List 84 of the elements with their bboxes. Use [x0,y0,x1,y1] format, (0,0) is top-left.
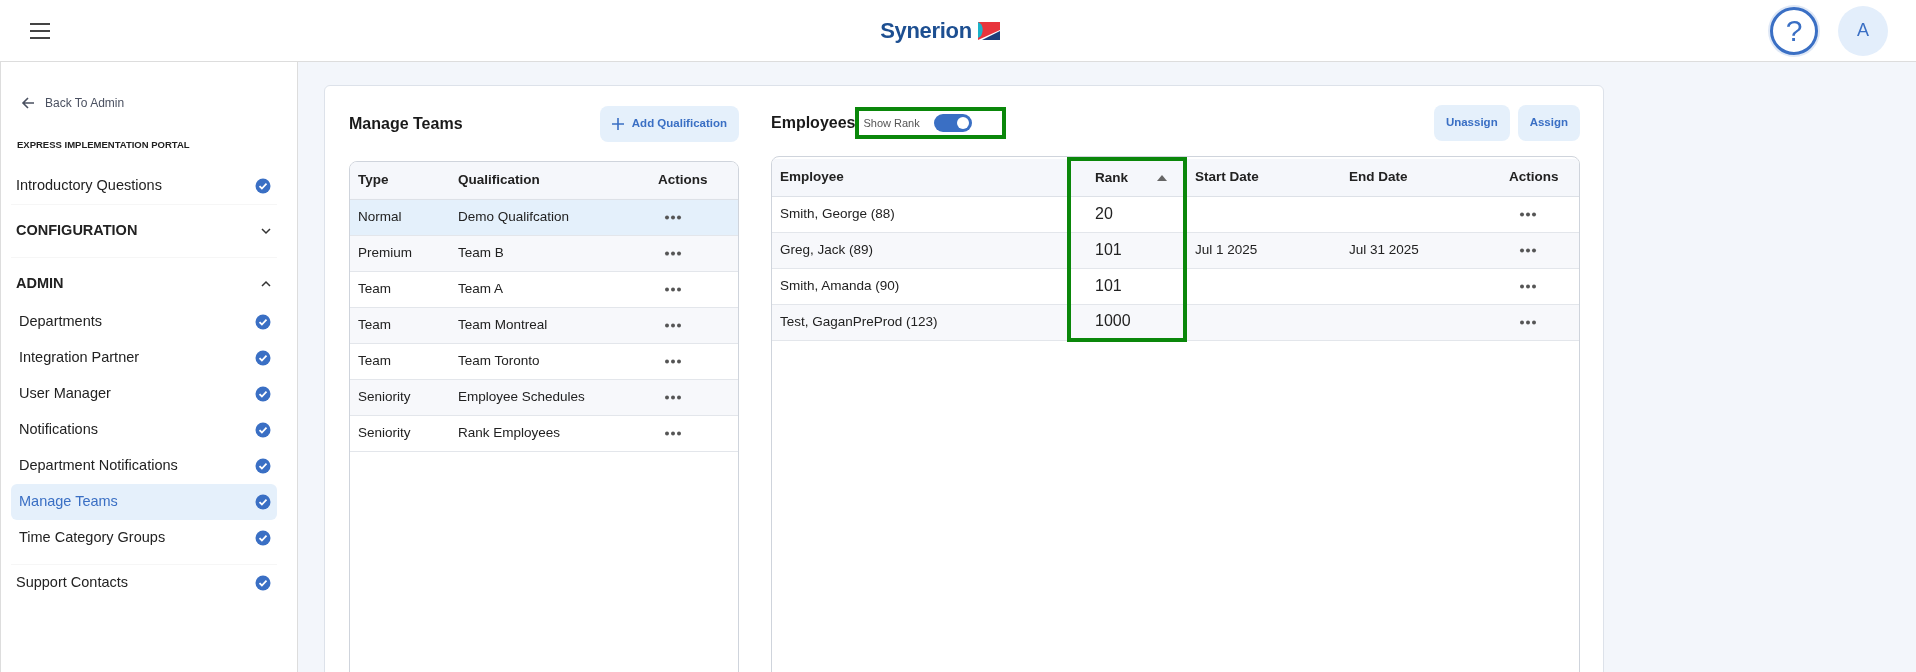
column-header[interactable]: Actions [1501,159,1579,196]
sidebar-item[interactable]: Support Contacts [11,565,277,602]
flag-logo-icon [975,19,1000,42]
more-icon[interactable] [664,214,682,220]
user-avatar[interactable]: A [1838,5,1888,56]
table-cell: Smith, Amanda (90) [772,268,1069,304]
more-icon[interactable] [1519,247,1537,253]
panel-title: Manage Teams [349,114,463,134]
table-cell: Seniority [350,415,450,451]
sidebar-item[interactable]: Introductory Questions [11,168,277,205]
table-row[interactable]: Team Team A [350,271,738,307]
item-label: Manage Teams [19,492,118,512]
sidebar-item[interactable]: Integration Partner [11,340,277,377]
item-label: User Manager [19,384,111,404]
table-cell: Jul 1 2025 [1185,232,1341,268]
item-label: Notifications [19,420,98,440]
table-cell: Demo Qualifcation [450,199,650,235]
table-row[interactable]: Premium Team B [350,235,738,271]
table-cell: Team [350,343,450,379]
column-header[interactable]: End Date [1341,159,1501,196]
table-cell: Test, GaganPreProd (123) [772,304,1069,340]
more-icon[interactable] [664,286,682,292]
show-rank-switch[interactable] [933,114,972,132]
section-header[interactable]: CONFIGURATION [11,205,277,258]
table-cell: Team [350,271,450,307]
column-header[interactable]: Employee [772,159,1069,196]
column-header[interactable]: Start Date [1185,159,1341,196]
table-row[interactable]: Team Team Toronto [350,343,738,379]
toggle-label: Show Rank [863,115,920,131]
sidebar-item[interactable]: User Manager [11,376,277,413]
table-cell: Greg, Jack (89) [772,232,1069,268]
item-label: Department Notifications [19,456,178,476]
item-label: Departments [19,312,102,332]
sidebar-item[interactable]: Notifications [11,412,277,449]
table-cell: 101 [1069,232,1185,268]
column-header: Type [350,162,450,199]
table-row[interactable]: Team Team Montreal [350,307,738,343]
logo-text: Synerion [880,17,972,45]
table-cell: Team Toronto [450,343,650,379]
portal-title: EXPRESS IMPLEMENTATION PORTAL [17,138,191,152]
sidebar-item[interactable]: Manage Teams [11,484,277,521]
more-icon[interactable] [1519,319,1537,325]
table-cell: Jul 31 2025 [1341,232,1501,268]
table-cell: Smith, George (88) [772,196,1069,232]
action-button[interactable]: Assign [1517,105,1580,141]
more-icon[interactable] [664,430,682,436]
table-cell: Employee Schedules [450,379,650,415]
column-header[interactable]: Rank [1069,159,1185,196]
column-header: Actions [650,162,738,199]
table-cell: Team A [450,271,650,307]
table-cell: Premium [350,235,450,271]
column-header: Qualification [450,162,650,199]
panel-title: Employees [771,113,856,133]
more-icon[interactable] [1519,283,1537,289]
more-icon[interactable] [664,322,682,328]
table-row[interactable]: Seniority Employee Schedules [350,379,738,415]
table-cell: Normal [350,199,450,235]
table-cell: Team [350,307,450,343]
more-icon[interactable] [664,358,682,364]
plus-icon [611,118,624,130]
more-icon[interactable] [664,250,682,256]
table-cell: Team Montreal [450,307,650,343]
section-label: CONFIGURATION [16,221,138,241]
table-cell: 1000 [1069,304,1185,340]
more-icon[interactable] [664,394,682,400]
table-cell: Team B [450,235,650,271]
sidebar-item[interactable]: Department Notifications [11,448,277,485]
item-label: Time Category Groups [19,528,166,548]
menu-icon[interactable] [30,22,50,39]
back-link[interactable]: Back To Admin [21,94,125,112]
action-button[interactable]: Unassign [1433,105,1510,141]
section-label: ADMIN [16,274,64,294]
help-button[interactable]: ? [1770,6,1818,55]
item-label: Integration Partner [19,348,140,368]
table-cell: Seniority [350,379,450,415]
item-label: Support Contacts [16,573,129,593]
sidebar-item[interactable]: Time Category Groups [11,520,277,557]
table-row[interactable]: Normal Demo Qualifcation [350,199,738,235]
add-qualification-button[interactable]: Add Qualification [599,106,739,142]
table-row[interactable]: Seniority Rank Employees [350,415,738,451]
back-arrow-icon [21,96,35,110]
table-cell: Rank Employees [450,415,650,451]
item-label: Introductory Questions [16,176,162,196]
more-icon[interactable] [1519,211,1537,217]
